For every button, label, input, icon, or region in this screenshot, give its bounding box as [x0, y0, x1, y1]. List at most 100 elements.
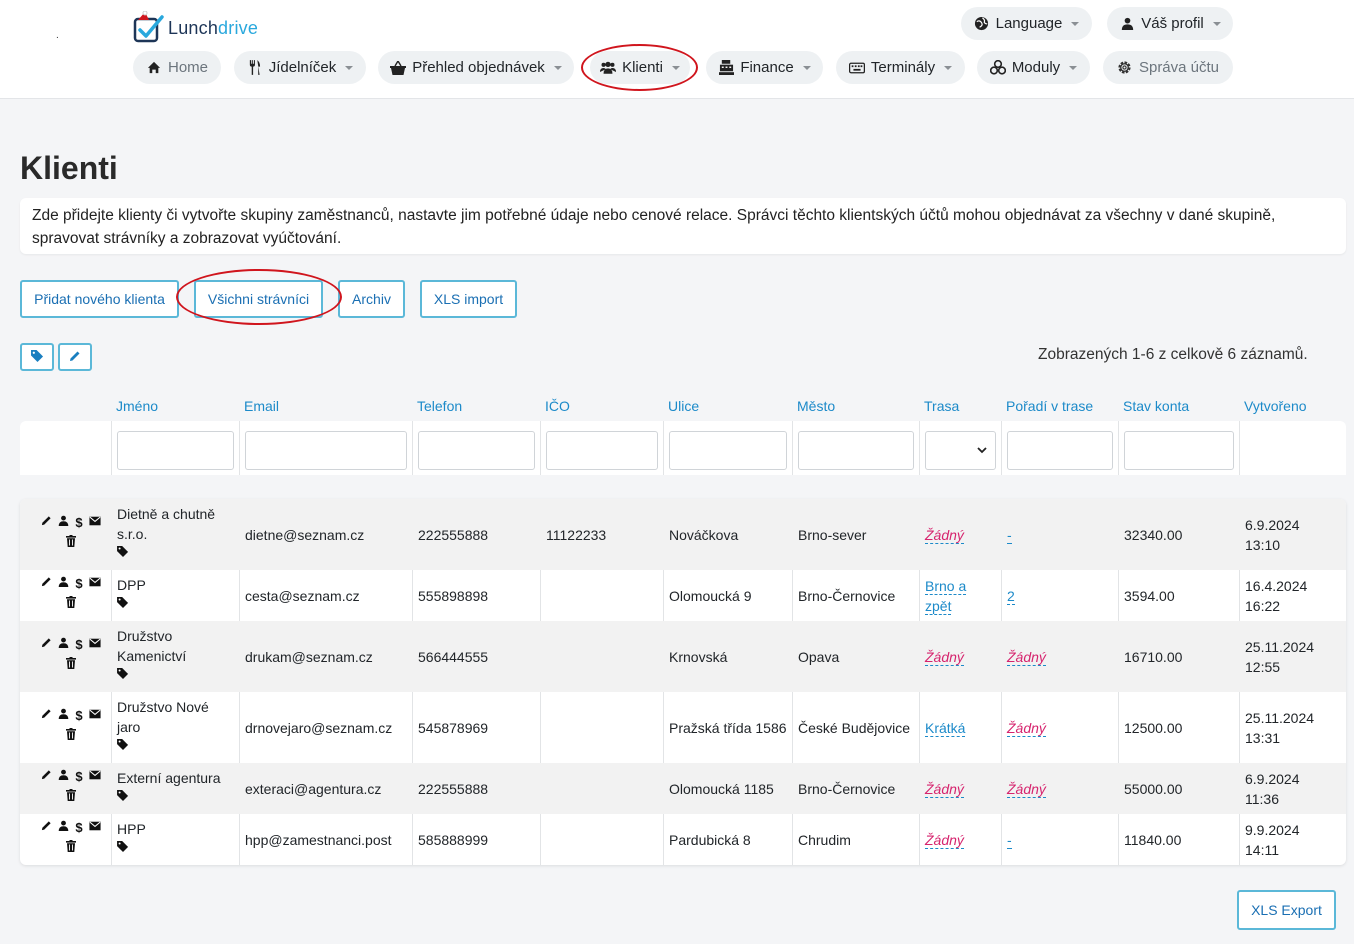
trash-icon[interactable] — [66, 788, 76, 804]
table-row[interactable]: $ DPP cesta@seznam.cz 555898898 Olomouck… — [20, 570, 1346, 621]
envelope-icon[interactable] — [89, 576, 101, 590]
user-icon[interactable] — [58, 769, 69, 783]
dollar-icon[interactable]: $ — [75, 820, 82, 835]
col-header-ulice[interactable]: Ulice — [668, 398, 699, 414]
envelope-icon[interactable] — [89, 820, 101, 834]
client-route[interactable]: Brno a zpět — [925, 576, 995, 616]
filter-name-input[interactable] — [117, 431, 234, 470]
envelope-icon[interactable] — [89, 708, 101, 722]
user-icon — [1119, 16, 1135, 32]
filter-order-input[interactable] — [1007, 431, 1113, 470]
tag-icon[interactable] — [117, 841, 129, 855]
filter-street-input[interactable] — [669, 431, 787, 470]
envelope-icon[interactable] — [89, 769, 101, 783]
client-route[interactable]: Žádný — [925, 525, 995, 545]
edit-pencil-icon[interactable] — [41, 637, 52, 651]
user-icon[interactable] — [58, 515, 69, 529]
edit-pencil-icon[interactable] — [41, 708, 52, 722]
client-route-order[interactable]: - — [1007, 525, 1012, 545]
client-route-order[interactable]: - — [1007, 830, 1012, 850]
client-route[interactable]: Žádný — [925, 830, 995, 850]
nav-moduly[interactable]: Moduly — [977, 51, 1090, 84]
col-header-vytvoreno[interactable]: Vytvořeno — [1244, 398, 1307, 414]
table-row[interactable]: $ Družstvo Kamenictví drukam@seznam.cz 56… — [20, 621, 1346, 692]
filter-email-input[interactable] — [245, 431, 407, 470]
col-header-trasa[interactable]: Trasa — [924, 398, 959, 414]
client-phone: 222555888 — [418, 527, 489, 543]
nav-prehled-objednavek[interactable]: Přehled objednávek — [378, 51, 574, 84]
language-label: Language — [995, 15, 1063, 32]
trash-icon[interactable] — [66, 595, 76, 611]
tag-icon[interactable] — [117, 790, 129, 804]
nav-jidelnicek[interactable]: Jídelníček — [234, 51, 366, 84]
edit-pencil-icon[interactable] — [41, 820, 52, 834]
nav-home[interactable]: Home — [133, 51, 221, 84]
trash-icon[interactable] — [66, 534, 76, 550]
add-client-button[interactable]: Přidat nového klienta — [20, 280, 179, 318]
all-diners-button[interactable]: Všichni strávníci — [194, 280, 323, 318]
trash-icon[interactable] — [66, 727, 76, 743]
xls-import-button[interactable]: XLS import — [420, 280, 517, 318]
filter-route-select[interactable] — [925, 431, 996, 470]
client-route-order[interactable]: Žádný — [1007, 779, 1046, 799]
profile-dropdown[interactable]: Váš profil — [1107, 7, 1233, 40]
client-phone: 585888999 — [418, 832, 489, 848]
user-icon[interactable] — [58, 820, 69, 834]
xls-export-button[interactable]: XLS Export — [1237, 890, 1336, 930]
client-route-order[interactable]: Žádný — [1007, 718, 1046, 738]
col-header-telefon[interactable]: Telefon — [417, 398, 462, 414]
dollar-icon[interactable]: $ — [75, 637, 82, 652]
filter-city-input[interactable] — [798, 431, 914, 470]
trash-icon[interactable] — [66, 839, 76, 855]
archive-button[interactable]: Archiv — [338, 280, 405, 318]
client-route[interactable]: Žádný — [925, 647, 995, 667]
user-icon[interactable] — [58, 576, 69, 590]
bulk-edit-button[interactable] — [58, 343, 92, 371]
tag-icon[interactable] — [117, 739, 129, 753]
col-header-jmeno[interactable]: Jméno — [116, 398, 158, 414]
nav-terminaly[interactable]: Terminály — [836, 51, 965, 84]
envelope-icon[interactable] — [89, 637, 101, 651]
edit-pencil-icon[interactable] — [41, 515, 52, 529]
filter-phone-input[interactable] — [418, 431, 535, 470]
client-route[interactable]: Žádný — [925, 779, 995, 799]
tag-filter-button[interactable] — [20, 343, 54, 371]
users-icon — [600, 60, 617, 76]
user-icon[interactable] — [58, 637, 69, 651]
envelope-icon[interactable] — [89, 515, 101, 529]
nav-sprava-uctu[interactable]: Správa účtu — [1103, 51, 1233, 84]
col-header-poradi[interactable]: Pořadí v trase — [1006, 398, 1093, 414]
filter-ico-input[interactable] — [546, 431, 658, 470]
dollar-icon[interactable]: $ — [75, 515, 82, 530]
table-row[interactable]: $ HPP hpp@zamestnanci.post 585888999 Par… — [20, 814, 1346, 865]
col-header-mesto[interactable]: Město — [797, 398, 835, 414]
language-dropdown[interactable]: Language — [961, 7, 1092, 40]
dollar-icon[interactable]: $ — [75, 576, 82, 591]
table-row[interactable]: $ Družstvo Nové jaro drnovejaro@seznam.cz… — [20, 692, 1346, 763]
dollar-icon[interactable]: $ — [75, 708, 82, 723]
client-created: 9.9.2024 14:11 — [1245, 822, 1300, 858]
trash-icon[interactable] — [66, 656, 76, 672]
edit-pencil-icon[interactable] — [41, 576, 52, 590]
tag-icon[interactable] — [117, 668, 129, 682]
col-header-email[interactable]: Email — [244, 398, 279, 414]
user-icon[interactable] — [58, 708, 69, 722]
row-actions: $ — [34, 705, 108, 745]
cash-register-icon — [718, 60, 734, 76]
client-created: 16.4.2024 16:22 — [1245, 578, 1308, 614]
nav-finance[interactable]: Finance — [706, 51, 823, 84]
filter-balance-input[interactable] — [1124, 431, 1234, 470]
dollar-icon[interactable]: $ — [75, 769, 82, 784]
table-row[interactable]: $ Dietně a chutně s.r.o. dietne@seznam.cz… — [20, 499, 1346, 570]
col-header-ico[interactable]: IČO — [545, 398, 570, 414]
nav-klienti[interactable]: Klienti — [590, 51, 690, 84]
tag-icon[interactable] — [117, 546, 129, 560]
client-route-order[interactable]: 2 — [1007, 586, 1015, 606]
client-route[interactable]: Krátká — [925, 718, 995, 738]
tag-icon[interactable] — [117, 597, 129, 611]
col-header-stav-konta[interactable]: Stav konta — [1123, 398, 1189, 414]
client-route-order[interactable]: Žádný — [1007, 647, 1046, 667]
edit-pencil-icon[interactable] — [41, 769, 52, 783]
table-row[interactable]: $ Externí agentura exteraci@agentura.cz … — [20, 763, 1346, 814]
lunchdrive-logo[interactable]: Lunchdrive — [132, 10, 258, 46]
